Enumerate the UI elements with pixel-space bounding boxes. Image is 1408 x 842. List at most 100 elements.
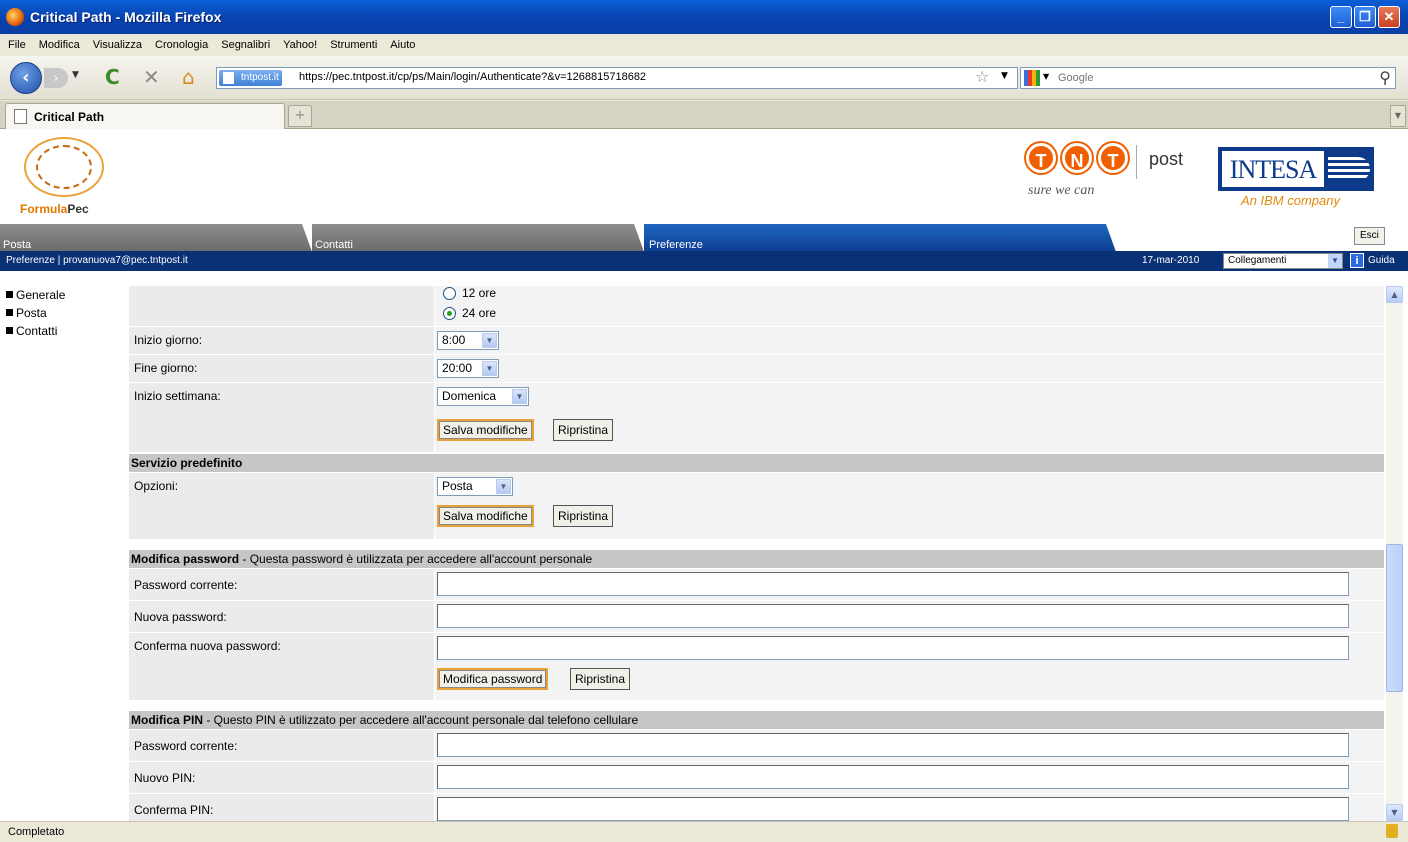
scroll-down-icon[interactable]: ▼ [1386,804,1403,821]
expand-icon [6,291,13,298]
tab-list-icon[interactable]: ▼ [1390,105,1406,127]
bookmark-star-icon[interactable]: ☆ [975,67,989,86]
back-button[interactable]: ‹ [10,62,42,94]
tab-critical-path[interactable]: Critical Path [5,103,285,129]
password-corrente-row: Password corrente: [129,568,1384,600]
inizio-giorno-select[interactable]: 8:00 ▼ [437,331,499,350]
page-content: FormulaPec T N T post sure we can INTESA… [0,129,1408,821]
salva-modifiche-button[interactable]: Salva modifiche [437,419,534,441]
site-identity-button[interactable]: tntpost.it [219,70,282,86]
nav-item-posta[interactable]: Posta [6,304,65,322]
tnt-post-word: post [1149,149,1184,169]
url-text: https://pec.tntpost.it/cp/ps/Main/login/… [299,71,647,83]
pin-password-corrente-row: Password corrente: [129,729,1384,761]
nuovo-pin-input[interactable] [437,765,1349,789]
firefox-icon [6,8,24,26]
scroll-thumb[interactable] [1386,544,1403,692]
title-bar: Critical Path - Mozilla Firefox _ ❐ ✕ [0,0,1408,34]
radio-24-ore-label: 24 ore [462,306,497,320]
search-input[interactable] [1056,70,1356,86]
lock-icon[interactable] [1386,824,1398,838]
status-text: Completato [8,826,65,838]
modifica-password-button[interactable]: Modifica password [437,668,549,690]
nav-item-contatti[interactable]: Contatti [6,322,65,340]
tnt-letter-t1: T [1026,143,1056,173]
history-dropdown-icon[interactable]: ▼ [72,70,79,80]
tab-posta[interactable]: Posta [0,224,312,252]
home-icon[interactable]: ⌂ [182,65,195,89]
page-icon [14,109,27,124]
stop-icon[interactable]: ✕ [143,65,160,89]
salva-modifiche-button[interactable]: Salva modifiche [437,505,534,527]
menu-yahoo[interactable]: Yahoo! [283,39,317,51]
reload-icon[interactable]: C [105,65,120,89]
navigation-toolbar: ‹ › ▼ C ✕ ⌂ tntpost.it https://pec.tntpo… [0,56,1408,100]
conferma-pin-label: Conferma PIN: [134,803,214,817]
password-corrente-input[interactable] [437,572,1349,596]
url-dropdown-icon[interactable]: ▼ [1001,71,1008,81]
tnt-letter-t2: T [1098,143,1128,173]
bullet-icon [6,309,13,316]
time-format-row: 12 ore 24 ore [129,286,1384,326]
chevron-down-icon: ▼ [482,333,497,348]
search-engine-dropdown-icon[interactable]: ▼ [1043,72,1049,81]
section-servizio-predefinito: Servizio predefinito [129,454,1384,472]
bullet-icon [6,327,13,334]
fine-giorno-label: Fine giorno: [134,361,198,375]
nav-item-generale[interactable]: Generale [6,286,65,304]
status-bar: Completato [0,821,1408,842]
menu-cronologia[interactable]: Cronologia [155,39,208,51]
opzioni-select[interactable]: Posta ▼ [437,477,513,496]
section-modifica-pin: Modifica PIN - Questo PIN è utilizzato p… [129,711,1384,729]
radio-12-ore[interactable] [443,287,456,300]
tab-preferenze[interactable]: Preferenze [644,224,1116,252]
menu-file[interactable]: File [8,39,26,51]
logo-formula: Formula [20,202,68,216]
inizio-settimana-label: Inizio settimana: [134,389,221,403]
tnt-post-logo: T N T post sure we can [1024,143,1194,203]
minimize-button[interactable]: _ [1330,6,1352,28]
inizio-settimana-select[interactable]: Domenica ▼ [437,387,529,406]
logo-pec: Pec [67,202,89,216]
search-bar: ▼ ⚲ [1020,67,1396,89]
section-modifica-password: Modifica password - Questa password è ut… [129,550,1384,568]
menu-visualizza[interactable]: Visualizza [93,39,142,51]
menu-modifica[interactable]: Modifica [39,39,80,51]
close-button[interactable]: ✕ [1378,6,1400,28]
search-icon[interactable]: ⚲ [1379,68,1391,87]
url-bar[interactable]: tntpost.it https://pec.tntpost.it/cp/ps/… [216,67,1018,89]
maximize-button[interactable]: ❐ [1354,6,1376,28]
pin-password-corrente-input[interactable] [437,733,1349,757]
nuovo-pin-label: Nuovo PIN: [134,771,196,785]
menu-strumenti[interactable]: Strumenti [330,39,377,51]
chevron-down-icon: ▼ [512,389,527,404]
fine-giorno-select[interactable]: 20:00 ▼ [437,359,499,378]
breadcrumb: Preferenze | provanuova7@pec.tntpost.it [6,255,188,266]
guida-link[interactable]: Guida [1368,255,1395,266]
inizio-settimana-row: Inizio settimana: Domenica ▼ Salva modifi… [129,382,1384,452]
ripristina-button[interactable]: Ripristina [553,505,614,527]
conferma-pin-input[interactable] [437,797,1349,821]
vertical-scrollbar[interactable]: ▲ ▼ [1386,286,1403,821]
google-icon[interactable] [1024,70,1040,86]
menu-segnalibri[interactable]: Segnalibri [221,39,270,51]
tab-contatti[interactable]: Contatti [312,224,644,252]
preferences-nav: Generale Posta Contatti [6,286,65,340]
intesa-logo: INTESA [1218,147,1374,191]
tnt-slogan: sure we can [1028,183,1095,198]
preferences-form: 12 ore 24 ore Inizio giorno: 8:00 ▼ Fine … [129,271,1384,821]
conferma-password-row: Conferma nuova password: Modifica passwo… [129,632,1384,700]
menu-aiuto[interactable]: Aiuto [390,39,415,51]
scroll-up-icon[interactable]: ▲ [1386,286,1403,303]
collegamenti-select[interactable]: Collegamenti ▼ [1223,253,1343,269]
new-tab-button[interactable]: + [288,105,312,127]
nuova-password-input[interactable] [437,604,1349,628]
info-icon[interactable]: i [1350,253,1364,268]
inizio-giorno-label: Inizio giorno: [134,333,203,347]
conferma-password-input[interactable] [437,636,1349,660]
esci-button[interactable]: Esci [1354,227,1385,245]
forward-button[interactable]: › [44,68,68,88]
radio-24-ore[interactable] [443,307,456,320]
ripristina-button[interactable]: Ripristina [553,419,614,441]
ripristina-button[interactable]: Ripristina [570,668,631,690]
